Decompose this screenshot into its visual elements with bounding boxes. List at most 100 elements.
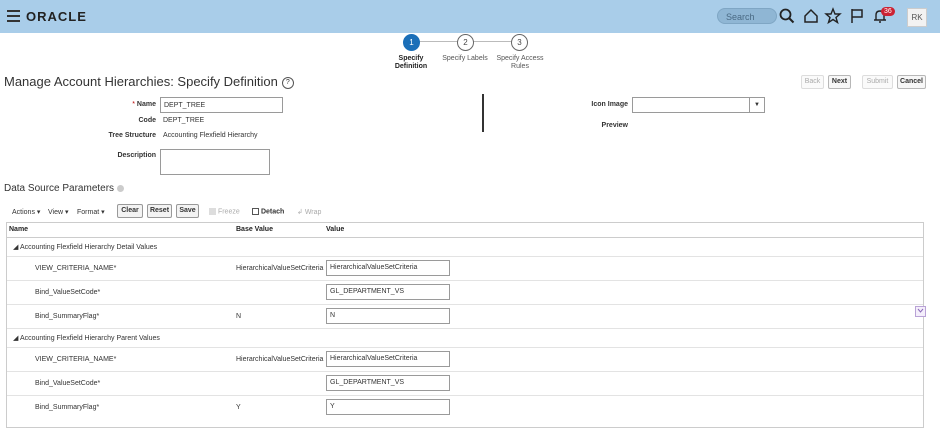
wrap-button[interactable]: ↲ Wrap (297, 208, 321, 216)
step-1-label[interactable]: Specify Definition (385, 55, 437, 71)
table-row[interactable]: VIEW_CRITERIA_NAME* HierarchicalValueSet… (7, 347, 923, 372)
search-input[interactable]: Search (717, 8, 777, 24)
step-3-label-line2: Rules (511, 63, 529, 70)
value-field[interactable]: GL_DEPARTMENT_VS (326, 284, 450, 300)
table-row[interactable]: Bind_SummaryFlag* Y Y (7, 395, 923, 419)
value-field[interactable]: N (326, 308, 450, 324)
name-field[interactable]: DEPT_TREE (160, 97, 283, 113)
cancel-button[interactable]: Cancel (897, 75, 926, 89)
group-title: ◢ Accounting Flexfield Hierarchy Detail … (13, 244, 158, 251)
icon-image-select[interactable]: ▼ (632, 97, 765, 113)
description-field[interactable] (160, 149, 270, 175)
view-menu[interactable]: View ▾ (48, 208, 69, 216)
group-row[interactable]: ◢ Accounting Flexfield Hierarchy Detail … (7, 237, 923, 257)
menu-icon[interactable] (7, 10, 20, 22)
table-header: Name Base Value Value (7, 223, 923, 238)
value-field[interactable]: HierarchicalValueSetCriteria (326, 260, 450, 276)
param-name: VIEW_CRITERIA_NAME* (35, 265, 117, 272)
group-title-text: Accounting Flexfield Hierarchy Parent Va… (19, 335, 160, 342)
param-name: Bind_ValueSetCode* (35, 289, 101, 296)
flag-icon[interactable] (848, 7, 866, 25)
code-value: DEPT_TREE (163, 117, 205, 124)
top-bar: ORACLE Search 36 RK (0, 0, 940, 33)
value-field[interactable]: HierarchicalValueSetCriteria (326, 351, 450, 367)
step-3-label-line1: Specify Access (496, 55, 544, 62)
param-name: Bind_ValueSetCode* (35, 380, 101, 387)
step-2-circle[interactable]: 2 (457, 34, 474, 51)
required-mark: * (132, 101, 135, 108)
format-label: Format (77, 209, 100, 216)
freeze-label: Freeze (217, 208, 240, 216)
detach-label: Detach (260, 208, 285, 216)
train-connector (419, 41, 457, 42)
detach-button[interactable]: Detach (252, 208, 284, 215)
step-3-label[interactable]: Specify Access Rules (492, 55, 548, 71)
form-divider (482, 94, 484, 132)
save-button[interactable]: Save (176, 204, 199, 218)
freeze-icon (209, 208, 216, 215)
base-value: N (236, 313, 242, 320)
table-row[interactable]: Bind_SummaryFlag* N N (7, 304, 923, 329)
param-name: VIEW_CRITERIA_NAME* (35, 356, 117, 363)
view-label: View (48, 209, 64, 216)
step-1-circle[interactable]: 1 (403, 34, 420, 51)
icon-image-label: Icon Image (591, 101, 628, 108)
group-row[interactable]: ◢ Accounting Flexfield Hierarchy Parent … (7, 328, 923, 348)
step-3-circle[interactable]: 3 (511, 34, 528, 51)
section-title-text: Data Source Parameters (4, 183, 115, 194)
train-connector (473, 41, 511, 42)
avatar[interactable]: RK (907, 8, 927, 27)
base-value: HierarchicalValueSetCriteria (236, 356, 324, 363)
star-icon[interactable] (824, 7, 842, 25)
help-icon[interactable]: ? (281, 76, 294, 89)
table-row[interactable]: VIEW_CRITERIA_NAME* HierarchicalValueSet… (7, 256, 923, 281)
code-label: Code (138, 117, 157, 124)
submit-button[interactable]: Submit (862, 75, 893, 89)
clear-button[interactable]: Clear (117, 204, 143, 218)
param-name: Bind_SummaryFlag* (35, 313, 100, 320)
column-value[interactable]: Value (326, 226, 344, 233)
next-button[interactable]: Next (828, 75, 851, 89)
home-icon[interactable] (802, 7, 820, 25)
group-title-text: Accounting Flexfield Hierarchy Detail Va… (19, 244, 158, 251)
tree-structure-value: Accounting Flexfield Hierarchy (163, 132, 258, 139)
step-1-label-line2: Definition (394, 63, 428, 70)
table-row[interactable]: Bind_ValueSetCode* GL_DEPARTMENT_VS (7, 371, 923, 396)
format-menu[interactable]: Format ▾ (77, 208, 105, 216)
freeze-button[interactable]: Freeze (209, 208, 240, 215)
wrap-icon: ↲ (297, 209, 303, 216)
value-field[interactable]: Y (326, 399, 450, 415)
name-label-text: Name (136, 101, 156, 108)
detach-icon (252, 208, 259, 215)
step-2-label[interactable]: Specify Labels (439, 55, 491, 63)
page-title-text: Manage Account Hierarchies: Specify Defi… (4, 74, 278, 89)
table-row[interactable]: Bind_ValueSetCode* GL_DEPARTMENT_VS (7, 280, 923, 305)
base-value: HierarchicalValueSetCriteria (236, 265, 324, 272)
base-value: Y (236, 404, 241, 411)
param-name: Bind_SummaryFlag* (35, 404, 100, 411)
actions-label: Actions (12, 209, 35, 216)
tree-structure-label: Tree Structure (108, 132, 156, 139)
oracle-logo[interactable]: ORACLE (26, 9, 87, 24)
step-2-label-line1: Specify Labels (442, 55, 488, 62)
actions-menu[interactable]: Actions ▾ (12, 208, 40, 216)
description-label: Description (117, 152, 156, 159)
chevron-down-icon[interactable]: ▼ (749, 98, 764, 112)
preview-label: Preview (601, 122, 628, 129)
name-label: * Name (100, 101, 156, 108)
parameters-table: Name Base Value Value ◢ Accounting Flexf… (6, 222, 924, 428)
group-title: ◢ Accounting Flexfield Hierarchy Parent … (13, 335, 160, 342)
column-name[interactable]: Name (9, 226, 28, 233)
collapse-panel-icon[interactable] (915, 306, 926, 317)
search-icon[interactable] (778, 7, 796, 25)
reset-button[interactable]: Reset (147, 204, 172, 218)
page-title: Manage Account Hierarchies: Specify Defi… (4, 74, 294, 89)
column-base-value[interactable]: Base Value (236, 226, 273, 233)
notification-badge: 36 (881, 7, 895, 16)
value-field[interactable]: GL_DEPARTMENT_VS (326, 375, 450, 391)
back-button[interactable]: Back (801, 75, 824, 89)
step-1-label-line1: Specify (398, 55, 424, 62)
section-title: Data Source Parameters (4, 183, 125, 194)
wrap-label: Wrap (304, 209, 322, 216)
info-icon[interactable] (117, 184, 125, 192)
